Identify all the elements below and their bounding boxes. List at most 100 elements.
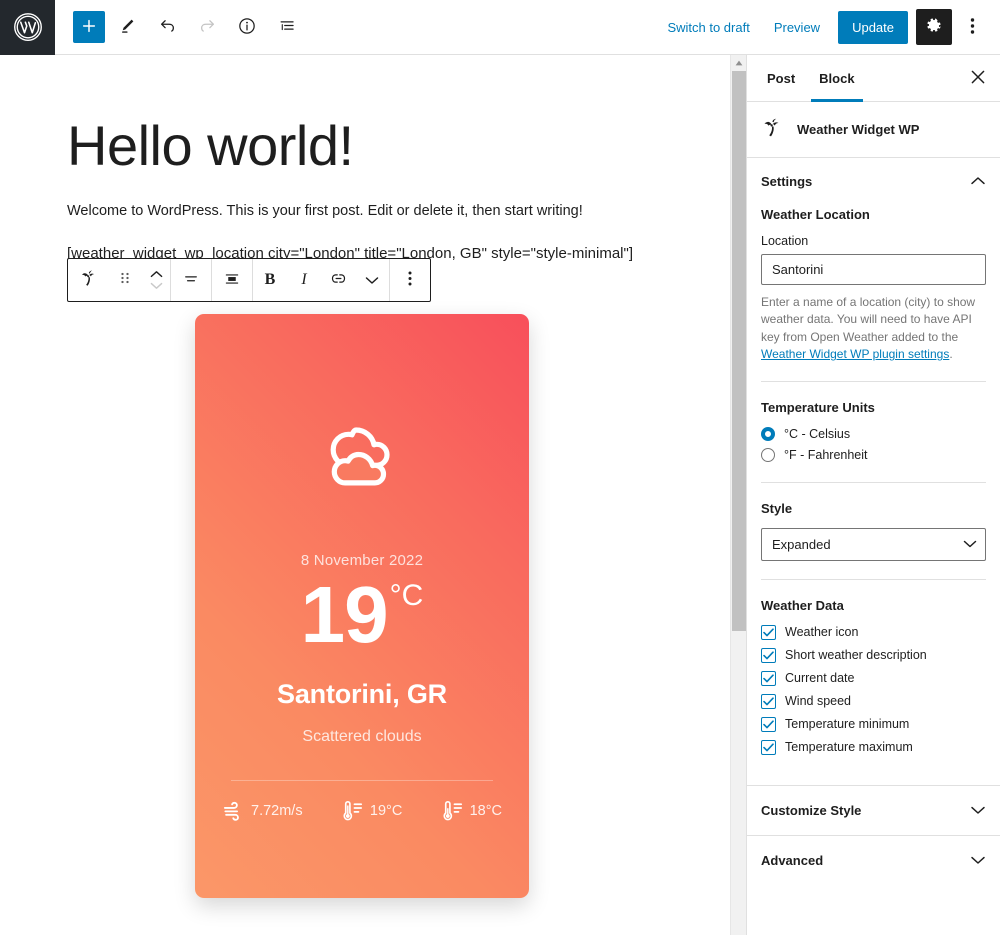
chevron-down-icon bbox=[970, 853, 986, 868]
move-up-down-control[interactable] bbox=[142, 259, 170, 301]
weather-temperature: 19 °C bbox=[301, 575, 424, 655]
palm-tree-icon bbox=[79, 269, 98, 291]
accordion-customize-style: Customize Style bbox=[747, 784, 1000, 835]
checkbox-indicator bbox=[761, 716, 776, 732]
checkbox-temperature-maximum[interactable]: Temperature maximum bbox=[761, 739, 986, 755]
kebab-menu-icon bbox=[970, 16, 975, 39]
location-field-label: Location bbox=[761, 234, 809, 248]
drag-handle[interactable] bbox=[108, 259, 142, 301]
undo-button[interactable] bbox=[149, 9, 185, 45]
style-select[interactable]: Expanded bbox=[761, 527, 986, 561]
undo-icon bbox=[158, 16, 177, 38]
block-options-button[interactable] bbox=[390, 259, 430, 301]
advanced-label: Advanced bbox=[761, 852, 824, 868]
location-help-text-before: Enter a name of a location (city) to sho… bbox=[761, 295, 976, 344]
checkbox-indicator bbox=[761, 624, 776, 640]
block-toolbar-group-block bbox=[68, 259, 171, 301]
customize-style-label: Customize Style bbox=[761, 802, 862, 818]
align-text-button[interactable] bbox=[171, 259, 211, 301]
editor-canvas: Hello world! Welcome to WordPress. This … bbox=[0, 55, 730, 935]
page-title[interactable]: Hello world! bbox=[67, 115, 354, 177]
advanced-header[interactable]: Advanced bbox=[747, 836, 1000, 885]
radio-fahrenheit[interactable]: °F - Fahrenheit bbox=[761, 447, 986, 462]
add-block-button[interactable] bbox=[73, 11, 105, 43]
redo-button[interactable] bbox=[189, 9, 225, 45]
customize-style-header[interactable]: Customize Style bbox=[747, 786, 1000, 835]
link-button[interactable] bbox=[321, 259, 355, 301]
checkbox-wind-speed[interactable]: Wind speed bbox=[761, 693, 986, 709]
list-view-button[interactable] bbox=[269, 9, 305, 45]
settings-panel-title: Settings bbox=[761, 174, 813, 189]
align-block-button[interactable] bbox=[212, 259, 252, 301]
scroll-up-arrow-icon[interactable] bbox=[731, 55, 747, 71]
chevron-down-icon bbox=[150, 281, 163, 290]
chevron-up-icon bbox=[970, 174, 986, 189]
top-bar-left-tools bbox=[55, 9, 305, 45]
checkbox-label: Current date bbox=[785, 671, 855, 686]
settings-panel-header[interactable]: Settings bbox=[747, 158, 1000, 203]
wordpress-logo-button[interactable] bbox=[0, 0, 55, 55]
radio-fahrenheit-indicator bbox=[761, 447, 775, 462]
temperature-max-stat: 19°C bbox=[343, 800, 402, 821]
location-help-text-after: . bbox=[949, 347, 953, 362]
checkbox-weather-icon[interactable]: Weather icon bbox=[761, 624, 986, 640]
top-bar-right-actions: Switch to draft Preview Update bbox=[655, 9, 1000, 45]
sidebar-scrollbar[interactable] bbox=[730, 55, 746, 935]
gear-icon bbox=[925, 17, 943, 38]
more-options-button[interactable] bbox=[954, 9, 990, 45]
checkbox-label: Temperature maximum bbox=[785, 740, 913, 755]
weather-description: Scattered clouds bbox=[302, 728, 422, 745]
scattered-clouds-icon bbox=[312, 419, 412, 508]
radio-celsius-indicator bbox=[761, 426, 775, 441]
intro-paragraph[interactable]: Welcome to WordPress. This is your first… bbox=[67, 200, 583, 223]
update-button[interactable]: Update bbox=[838, 10, 908, 44]
checkbox-label: Temperature minimum bbox=[785, 717, 910, 732]
thermometer-min-icon bbox=[443, 800, 463, 821]
tab-post[interactable]: Post bbox=[755, 55, 807, 102]
chevron-down-icon bbox=[970, 803, 986, 818]
bold-button[interactable]: B bbox=[253, 259, 287, 301]
thermometer-max-icon bbox=[343, 800, 363, 821]
style-group-label: Style bbox=[761, 500, 793, 516]
wordpress-logo-icon bbox=[13, 12, 43, 42]
checkbox-indicator bbox=[761, 647, 776, 663]
radio-celsius-label: °C - Celsius bbox=[784, 426, 851, 441]
settings-toggle-button[interactable] bbox=[916, 9, 952, 45]
details-button[interactable] bbox=[229, 9, 265, 45]
location-help-text: Enter a name of a location (city) to sho… bbox=[761, 294, 986, 364]
block-toolbar-group-align-text bbox=[171, 259, 212, 301]
checkbox-short-weather-description[interactable]: Short weather description bbox=[761, 647, 986, 663]
tab-block[interactable]: Block bbox=[807, 55, 866, 102]
divider bbox=[761, 380, 986, 382]
align-center-block-icon bbox=[223, 270, 241, 291]
close-sidebar-button[interactable] bbox=[960, 60, 996, 96]
block-toolbar: B I bbox=[67, 258, 431, 302]
align-icon bbox=[182, 270, 200, 291]
preview-button[interactable]: Preview bbox=[762, 14, 832, 41]
wind-speed-stat: 7.72m/s bbox=[222, 801, 303, 821]
drag-dots-icon bbox=[120, 270, 130, 291]
pencil-icon bbox=[118, 16, 137, 38]
checkbox-label: Weather icon bbox=[785, 625, 859, 640]
italic-button[interactable]: I bbox=[287, 259, 321, 301]
style-select-wrapper: Expanded bbox=[761, 527, 986, 561]
radio-celsius[interactable]: °C - Celsius bbox=[761, 426, 986, 441]
bold-icon: B bbox=[264, 271, 276, 288]
weather-widget-card[interactable]: 8 November 2022 19 °C Santorini, GR Scat… bbox=[195, 314, 529, 898]
radio-fahrenheit-label: °F - Fahrenheit bbox=[784, 447, 868, 462]
weather-date: 8 November 2022 bbox=[300, 552, 424, 569]
checkbox-indicator bbox=[761, 670, 776, 686]
plugin-settings-link[interactable]: Weather Widget WP plugin settings bbox=[761, 347, 949, 361]
location-input[interactable] bbox=[761, 254, 986, 285]
checkbox-label: Wind speed bbox=[785, 694, 852, 709]
edit-tool-button[interactable] bbox=[109, 9, 145, 45]
editor-top-bar: Switch to draft Preview Update bbox=[0, 0, 1000, 55]
more-formatting-button[interactable] bbox=[355, 259, 389, 301]
checkbox-temperature-minimum[interactable]: Temperature minimum bbox=[761, 716, 986, 732]
block-type-button[interactable] bbox=[68, 259, 108, 301]
switch-to-draft-button[interactable]: Switch to draft bbox=[655, 14, 761, 41]
scrollbar-thumb[interactable] bbox=[732, 71, 746, 631]
checkbox-current-date[interactable]: Current date bbox=[761, 670, 986, 686]
divider bbox=[761, 578, 986, 580]
block-toolbar-group-format: B I bbox=[253, 259, 390, 301]
